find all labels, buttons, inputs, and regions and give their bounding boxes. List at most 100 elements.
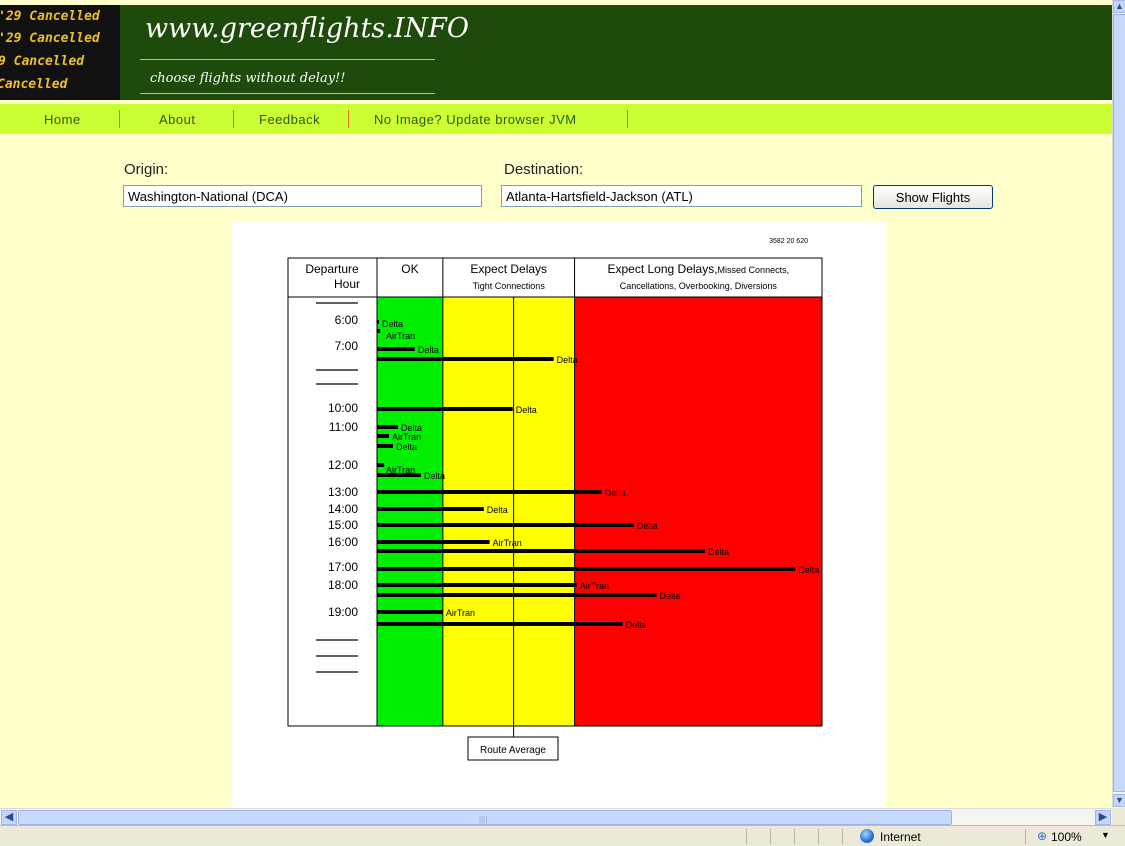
- hour-label: 17:00: [328, 560, 358, 574]
- flight-airline-label: Delta: [418, 345, 439, 355]
- flight-bar: [377, 490, 602, 494]
- hour-label: 15:00: [328, 518, 358, 532]
- route-average-label: Route Average: [480, 745, 546, 756]
- status-bar: Internet ⊕ 100% ▼: [0, 825, 1125, 846]
- flight-bar: [377, 444, 394, 448]
- title-divider: [140, 93, 435, 94]
- hour-label: 10:00: [328, 401, 358, 415]
- flight-bar: [377, 407, 513, 411]
- scroll-down-button[interactable]: ▼: [1113, 794, 1125, 807]
- nav-home-link[interactable]: Home: [44, 112, 81, 127]
- delays-zone: [442, 297, 575, 726]
- flight-airline-label: Delta: [626, 620, 647, 630]
- ok-zone: [377, 297, 443, 726]
- title-divider: [140, 59, 435, 60]
- flight-airline-label: Delta: [798, 565, 819, 575]
- security-zone-label: Internet: [880, 830, 921, 844]
- nav-feedback-link[interactable]: Feedback: [259, 112, 320, 127]
- nav-separator: [348, 110, 349, 128]
- site-title: www.greenflights.INFO: [145, 13, 470, 44]
- flight-bar: [377, 320, 379, 324]
- flight-bar: [377, 347, 415, 351]
- scroll-up-button[interactable]: ▲: [1113, 0, 1125, 13]
- flight-airline-label: Delta: [605, 488, 626, 498]
- board-row: Cancelled: [0, 77, 68, 92]
- browser-viewport: '29 Cancelled '29 Cancelled 9 Cancelled …: [0, 0, 1112, 808]
- flight-airline-label: Delta: [637, 521, 658, 531]
- flight-airline-label: AirTran: [392, 432, 421, 442]
- origin-input[interactable]: [123, 185, 482, 207]
- column-header-long-delays: Expect Long Delays,Missed Connects,: [607, 262, 789, 276]
- flight-bar: [377, 540, 490, 544]
- column-header-delays-sub: Tight Connections: [473, 281, 546, 291]
- zoom-magnifier-icon[interactable]: ⊕: [1037, 829, 1047, 843]
- flight-bar: [377, 473, 422, 477]
- destination-label: Destination:: [504, 161, 584, 178]
- hour-label: 6:00: [335, 313, 359, 327]
- hour-label: 12:00: [328, 458, 358, 472]
- flight-bar: [377, 549, 705, 553]
- column-header-hour: Hour: [334, 277, 360, 291]
- vertical-scrollbar[interactable]: ▲ ▼: [1112, 0, 1125, 808]
- flight-bar: [377, 329, 381, 333]
- hour-label: 19:00: [328, 605, 358, 619]
- site-header: '29 Cancelled '29 Cancelled 9 Cancelled …: [0, 5, 1112, 100]
- flight-airline-label: Delta: [708, 547, 729, 557]
- flight-airline-label: Delta: [424, 471, 445, 481]
- flight-bar: [377, 567, 796, 571]
- board-row: '29 Cancelled: [0, 9, 100, 24]
- flight-bar: [377, 425, 398, 429]
- nav-jvm-link[interactable]: No Image? Update browser JVM: [374, 112, 577, 127]
- flight-bar: [377, 434, 390, 438]
- flight-airline-label: Delta: [516, 405, 537, 415]
- flight-bar: [377, 622, 623, 626]
- site-tagline: choose flights without delay!!: [150, 71, 346, 86]
- origin-label: Origin:: [124, 161, 169, 178]
- flight-bar: [377, 463, 385, 467]
- column-header-hour: Departure: [305, 262, 359, 276]
- flight-airline-label: Delta: [487, 505, 508, 515]
- horizontal-scrollbar[interactable]: ◀ |||| ▶: [0, 808, 1112, 825]
- vertical-scroll-thumb[interactable]: [1113, 14, 1125, 792]
- show-flights-button[interactable]: Show Flights: [873, 185, 993, 209]
- flight-bar: [377, 583, 577, 587]
- nav-separator: [119, 110, 120, 128]
- flight-airline-label: AirTran: [580, 581, 609, 591]
- hour-label: 7:00: [335, 339, 359, 353]
- flight-airline-label: Delta: [382, 319, 403, 329]
- board-row: 9 Cancelled: [0, 54, 85, 69]
- zoom-level[interactable]: 100%: [1051, 830, 1082, 844]
- nav-about-link[interactable]: About: [159, 112, 195, 127]
- flight-airline-label: AirTran: [386, 331, 415, 341]
- nav-separator: [627, 110, 628, 128]
- delay-chart-panel: 6:00 7:00 10:00 11:00 12:00 13:00 14:00 15:00 16…: [232, 222, 886, 808]
- hour-label: 18:00: [328, 578, 358, 592]
- internet-zone-globe-icon: [860, 829, 874, 843]
- hour-label: 16:00: [328, 535, 358, 549]
- flight-airline-label: Delta: [557, 355, 578, 365]
- flight-airline-label: AirTran: [493, 538, 522, 548]
- delay-chart: 6:00 7:00 10:00 11:00 12:00 13:00 14:00 15:00 16…: [287, 238, 823, 761]
- long-delays-zone: [574, 297, 822, 726]
- flight-airline-label: Delta: [396, 442, 417, 452]
- departure-board-logo: '29 Cancelled '29 Cancelled 9 Cancelled …: [0, 5, 120, 100]
- chart-corner-code: 3582 20 620: [769, 238, 808, 245]
- scroll-right-button[interactable]: ▶: [1095, 810, 1111, 825]
- nav-bar: Home About Feedback No Image? Update bro…: [0, 104, 1112, 134]
- column-header-ok: OK: [401, 262, 418, 276]
- scroll-left-button[interactable]: ◀: [1, 810, 17, 825]
- nav-separator: [233, 110, 234, 128]
- zoom-dropdown-arrow-icon[interactable]: ▼: [1101, 830, 1110, 840]
- hour-label: 13:00: [328, 485, 358, 499]
- flight-airline-label: Delta: [659, 591, 680, 601]
- destination-input[interactable]: [501, 185, 862, 207]
- flight-bar: [377, 610, 443, 614]
- flight-airline-label: AirTran: [446, 608, 475, 618]
- column-header-delays: Expect Delays: [470, 262, 547, 276]
- column-header-long-delays-sub: Cancellations, Overbooking, Diversions: [620, 281, 778, 291]
- flight-bar: [377, 523, 634, 527]
- hour-label: 11:00: [329, 420, 358, 434]
- flight-bar: [377, 593, 657, 597]
- horizontal-scroll-thumb[interactable]: ||||: [18, 810, 952, 825]
- board-row: '29 Cancelled: [0, 31, 100, 46]
